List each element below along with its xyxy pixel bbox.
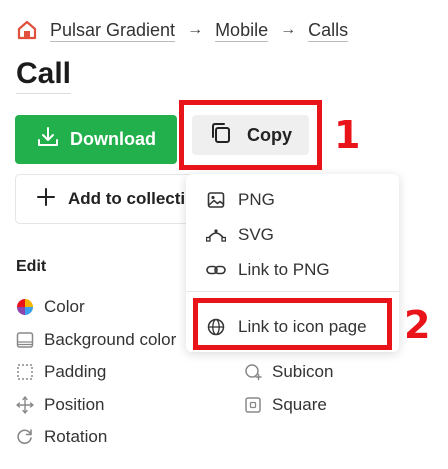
download-button[interactable]: Download — [15, 115, 177, 164]
menu-item-svg[interactable]: SVG — [206, 225, 274, 245]
add-to-collection-button[interactable]: Add to collecti — [15, 174, 205, 224]
breadcrumb-item-calls[interactable]: Calls — [308, 20, 348, 41]
edit-option-label: Square — [272, 395, 327, 414]
edit-option-padding[interactable]: Padding — [16, 362, 106, 382]
home-icon[interactable] — [16, 19, 38, 41]
edit-option-color[interactable]: Color — [16, 297, 85, 317]
breadcrumb-item-pulsar-gradient[interactable]: Pulsar Gradient — [50, 20, 175, 41]
add-to-collection-label: Add to collecti — [68, 189, 186, 208]
menu-divider — [186, 291, 399, 292]
move-icon — [16, 396, 34, 414]
square-icon — [244, 396, 262, 414]
copy-icon — [209, 121, 233, 150]
edit-option-label: Rotation — [44, 427, 108, 446]
edit-option-label: Background color — [44, 330, 177, 349]
edit-option-label: Position — [44, 395, 105, 414]
padding-icon — [16, 363, 34, 381]
menu-item-label: PNG — [238, 190, 275, 209]
annotation-number-2: 2 — [404, 303, 431, 347]
subicon-icon — [244, 363, 262, 381]
breadcrumb: Pulsar Gradient → Mobile → Calls — [16, 19, 348, 41]
link-icon — [206, 260, 226, 280]
menu-item-label: SVG — [238, 225, 274, 244]
color-wheel-icon — [16, 298, 34, 316]
menu-item-link-to-png[interactable]: Link to PNG — [206, 260, 330, 280]
copy-button[interactable]: Copy — [192, 115, 309, 155]
breadcrumb-separator: → — [187, 21, 204, 38]
edit-option-square[interactable]: Square — [244, 395, 327, 415]
plus-icon — [36, 187, 56, 212]
menu-item-png[interactable]: PNG — [206, 190, 275, 210]
image-icon — [206, 190, 226, 210]
edit-option-position[interactable]: Position — [16, 395, 104, 415]
edit-section-label: Edit — [16, 258, 47, 275]
copy-label: Copy — [247, 124, 292, 145]
edit-option-rotation[interactable]: Rotation — [16, 427, 107, 447]
edit-option-subicon[interactable]: Subicon — [244, 362, 333, 382]
rotate-icon — [16, 428, 34, 446]
page-title: Call — [16, 57, 72, 94]
breadcrumb-item-mobile[interactable]: Mobile — [215, 20, 268, 41]
menu-item-label: Link to PNG — [238, 260, 330, 279]
copy-button-highlight: Copy — [179, 100, 322, 170]
background-icon — [16, 331, 34, 349]
annotation-number-1: 1 — [334, 113, 361, 157]
edit-option-label: Subicon — [272, 362, 334, 381]
download-icon — [36, 125, 60, 154]
vector-icon — [206, 225, 226, 245]
edit-option-label: Color — [44, 297, 85, 316]
edit-option-background-color[interactable]: Background color — [16, 330, 176, 350]
breadcrumb-separator: → — [280, 21, 297, 38]
link-to-icon-page-highlight — [193, 298, 392, 350]
download-label: Download — [70, 129, 156, 149]
edit-option-label: Padding — [44, 362, 107, 381]
